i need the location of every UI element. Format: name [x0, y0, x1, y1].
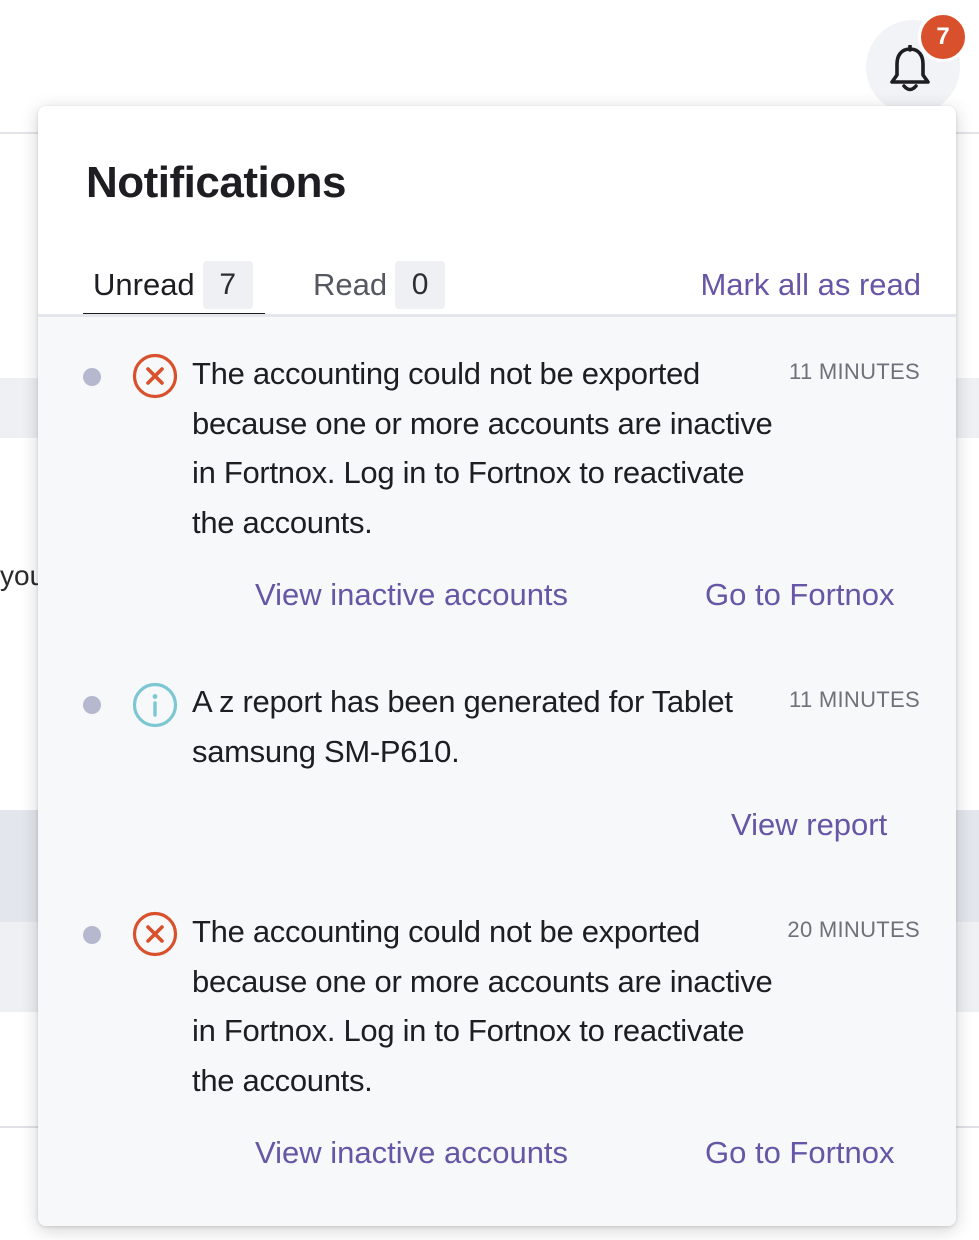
- notification-message: A z report has been generated for Tablet…: [192, 684, 733, 769]
- tab-unread[interactable]: Unread 7: [83, 254, 265, 317]
- notification-count-badge: 7: [918, 12, 968, 62]
- error-circle-x-icon: [132, 911, 178, 957]
- unread-dot: [83, 926, 101, 944]
- notification-message: The accounting could not be exported bec…: [192, 356, 773, 540]
- notification-message: The accounting could not be exported bec…: [192, 914, 773, 1098]
- view-inactive-accounts-link[interactable]: View inactive accounts: [255, 1135, 568, 1171]
- mark-all-as-read-link[interactable]: Mark all as read: [700, 254, 921, 316]
- notification-time: 11 MINUTES: [789, 687, 920, 712]
- go-to-fortnox-link[interactable]: Go to Fortnox: [705, 577, 895, 613]
- notification-time: 20 MINUTES: [787, 917, 920, 942]
- tab-read[interactable]: Read 0: [313, 254, 446, 316]
- info-circle-icon: [132, 682, 178, 728]
- view-inactive-accounts-link[interactable]: View inactive accounts: [255, 577, 568, 613]
- unread-dot: [83, 368, 101, 386]
- tab-read-label: Read: [313, 267, 388, 302]
- tab-read-count: 0: [395, 261, 446, 309]
- error-circle-x-icon: [132, 353, 178, 399]
- tab-unread-label: Unread: [93, 267, 195, 302]
- unread-dot: [83, 696, 101, 714]
- notification-tabs: Unread 7 Read 0 Mark all as read: [38, 254, 956, 317]
- go-to-fortnox-link[interactable]: Go to Fortnox: [705, 1135, 895, 1171]
- panel-title: Notifications: [86, 158, 346, 207]
- notification-list: The accounting could not be exported bec…: [38, 317, 956, 1226]
- view-report-link[interactable]: View report: [731, 807, 887, 843]
- tab-unread-count: 7: [202, 261, 253, 309]
- notification-time: 11 MINUTES: [789, 359, 920, 384]
- notifications-panel: Notifications Unread 7 Read 0 Mark all a…: [38, 106, 956, 1226]
